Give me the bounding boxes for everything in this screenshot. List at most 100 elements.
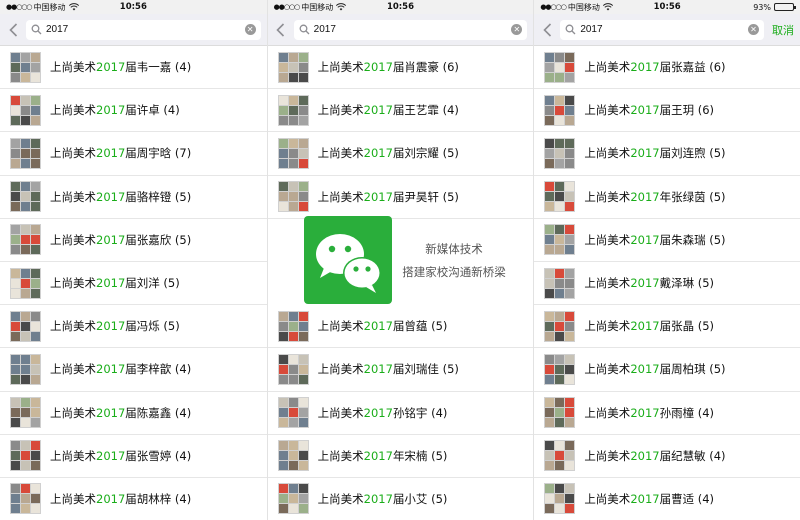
search-input[interactable]: [313, 24, 512, 35]
title-highlight: 2017: [630, 232, 660, 247]
title-suffix: 届骆梓镫 (5): [125, 189, 192, 204]
result-row[interactable]: 上尚美术2017届韦一嘉 (4): [0, 46, 267, 90]
search-input[interactable]: [46, 24, 245, 35]
result-row[interactable]: 上尚美术2017届周柏琪 (5): [534, 348, 800, 392]
cancel-button[interactable]: 取消: [772, 22, 794, 38]
title-highlight: 2017: [630, 60, 660, 75]
back-button[interactable]: [540, 20, 554, 40]
title-highlight: 2017: [630, 405, 660, 420]
result-row[interactable]: 上尚美术2017届刘瑞佳 (5): [267, 348, 534, 392]
result-title: 上尚美术2017届曾蕴 (5): [318, 318, 448, 334]
result-row[interactable]: 上尚美术2017年张绿茵 (5): [534, 176, 800, 219]
title-prefix: 上尚美术: [50, 405, 96, 420]
title-highlight: 2017: [96, 448, 126, 463]
result-title: 上尚美术2017届周宇晗 (7): [50, 145, 191, 161]
result-row[interactable]: 上尚美术2017届张雪婷 (4): [0, 435, 267, 478]
result-row[interactable]: 上尚美术2017孙铭宇 (4): [267, 392, 534, 435]
result-row[interactable]: 上尚美术2017届周宇晗 (7): [0, 132, 267, 176]
title-suffix: 届纪慧敏 (4): [659, 448, 726, 463]
status-bar: ●●○○○ 中国移动 10:56: [0, 0, 267, 14]
title-suffix: 年宋楠 (5): [392, 448, 448, 463]
group-avatar: [10, 440, 41, 472]
title-suffix: 孙雨橦 (4): [659, 405, 715, 420]
group-avatar: [277, 181, 309, 213]
title-highlight: 2017: [363, 362, 393, 377]
title-prefix: 上尚美术: [584, 60, 631, 75]
title-suffix: 届王艺霏 (4): [392, 103, 459, 118]
title-prefix: 上尚美术: [584, 232, 631, 247]
result-row[interactable]: 上尚美术2017届张嘉欣 (5): [0, 219, 267, 262]
clear-search-button[interactable]: ✕: [511, 24, 523, 35]
clear-search-button[interactable]: ✕: [747, 24, 759, 35]
result-row[interactable]: 上尚美术2017届李梓歆 (4): [0, 348, 267, 392]
title-highlight: 2017: [630, 103, 660, 118]
search-bar: ✕: [0, 14, 267, 46]
group-avatar: [544, 224, 576, 256]
title-suffix: 届胡林梓 (4): [125, 491, 192, 506]
chevron-left-icon: [276, 22, 285, 37]
result-row[interactable]: 上尚美术2017届胡林梓 (4): [0, 478, 267, 520]
title-prefix: 上尚美术: [317, 405, 364, 420]
battery-percent: 93%: [753, 2, 771, 12]
result-row[interactable]: 上尚美术2017届张嘉益 (6): [534, 46, 800, 90]
group-avatar: [277, 353, 309, 385]
title-prefix: 上尚美术: [584, 319, 631, 334]
title-prefix: 上尚美术: [317, 319, 364, 334]
title-prefix: 上尚美术: [317, 189, 364, 204]
result-row[interactable]: 上尚美术2017届许卓 (4): [0, 89, 267, 133]
result-row[interactable]: 上尚美术2017届王玥 (6): [534, 89, 800, 133]
result-row[interactable]: 上尚美术2017届曾蕴 (5): [267, 305, 534, 349]
title-highlight: 2017: [363, 405, 393, 420]
result-row[interactable]: 上尚美术2017届小艾 (5): [268, 478, 534, 520]
result-row[interactable]: 上尚美术2017届尹昊轩 (5): [267, 176, 534, 219]
back-button[interactable]: [274, 20, 288, 40]
title-suffix: 届肖震豪 (6): [392, 60, 459, 75]
result-row[interactable]: 上尚美术2017届纪慧敏 (4): [534, 435, 800, 478]
back-button[interactable]: [6, 20, 20, 40]
title-prefix: 上尚美术: [50, 276, 96, 291]
group-avatar: [277, 310, 309, 342]
title-suffix: 届韦一嘉 (4): [125, 60, 192, 75]
result-row[interactable]: 上尚美术2017届王艺霏 (4): [267, 89, 534, 133]
result-row[interactable]: 上尚美术2017届刘洋 (5): [0, 262, 267, 306]
result-title: 上尚美术2017届刘瑞佳 (5): [318, 361, 459, 377]
title-highlight: 2017: [96, 362, 126, 377]
title-prefix: 上尚美术: [584, 405, 631, 420]
result-row[interactable]: 上尚美术2017年宋楠 (5): [267, 435, 534, 478]
title-highlight: 2017: [96, 103, 126, 118]
result-row[interactable]: 上尚美术2017届张晶 (5): [534, 305, 800, 349]
result-row[interactable]: 上尚美术2017戴泽琳 (5): [534, 262, 800, 306]
result-row[interactable]: 上尚美术2017届曹适 (4): [534, 478, 800, 520]
title-highlight: 2017: [363, 448, 393, 463]
result-row[interactable]: 上尚美术2017届刘连煦 (5): [534, 132, 800, 176]
clear-search-button[interactable]: ✕: [244, 24, 256, 35]
title-suffix: 届刘宗耀 (5): [392, 146, 459, 161]
result-row[interactable]: 上尚美术2017届骆梓镫 (5): [0, 176, 267, 219]
result-row[interactable]: 上尚美术2017孙雨橦 (4): [534, 392, 800, 435]
title-suffix: 届刘洋 (5): [125, 276, 180, 291]
search-icon: [299, 24, 310, 35]
group-avatar: [10, 51, 41, 83]
title-prefix: 上尚美术: [584, 189, 631, 204]
search-bar: ✕: [267, 14, 534, 46]
title-highlight: 2017: [363, 146, 393, 161]
search-input[interactable]: [580, 24, 748, 35]
result-row[interactable]: 上尚美术2017届朱森瑞 (5): [534, 219, 800, 262]
result-title: 上尚美术2017年张绿茵 (5): [584, 189, 725, 205]
result-title: 上尚美术2017届刘连煦 (5): [584, 145, 725, 161]
result-title: 上尚美术2017届张嘉益 (6): [584, 59, 725, 75]
battery-icon: [773, 3, 796, 11]
title-prefix: 上尚美术: [317, 60, 364, 75]
result-row[interactable]: 上尚美术2017届刘宗耀 (5): [267, 132, 534, 176]
group-avatar: [10, 310, 41, 342]
title-suffix: 届张嘉益 (6): [659, 60, 726, 75]
result-title: 上尚美术2017届胡林梓 (4): [50, 491, 191, 507]
result-row[interactable]: 上尚美术2017届肖震豪 (6): [267, 46, 534, 90]
title-suffix: 届周宇晗 (7): [125, 146, 192, 161]
title-prefix: 上尚美术: [584, 491, 631, 506]
result-row[interactable]: 上尚美术2017届冯烁 (5): [0, 305, 267, 349]
search-box: ✕: [560, 19, 764, 40]
title-highlight: 2017: [96, 189, 126, 204]
result-row[interactable]: 上尚美术2017届陈嘉鑫 (4): [0, 392, 267, 435]
group-avatar: [544, 483, 576, 515]
